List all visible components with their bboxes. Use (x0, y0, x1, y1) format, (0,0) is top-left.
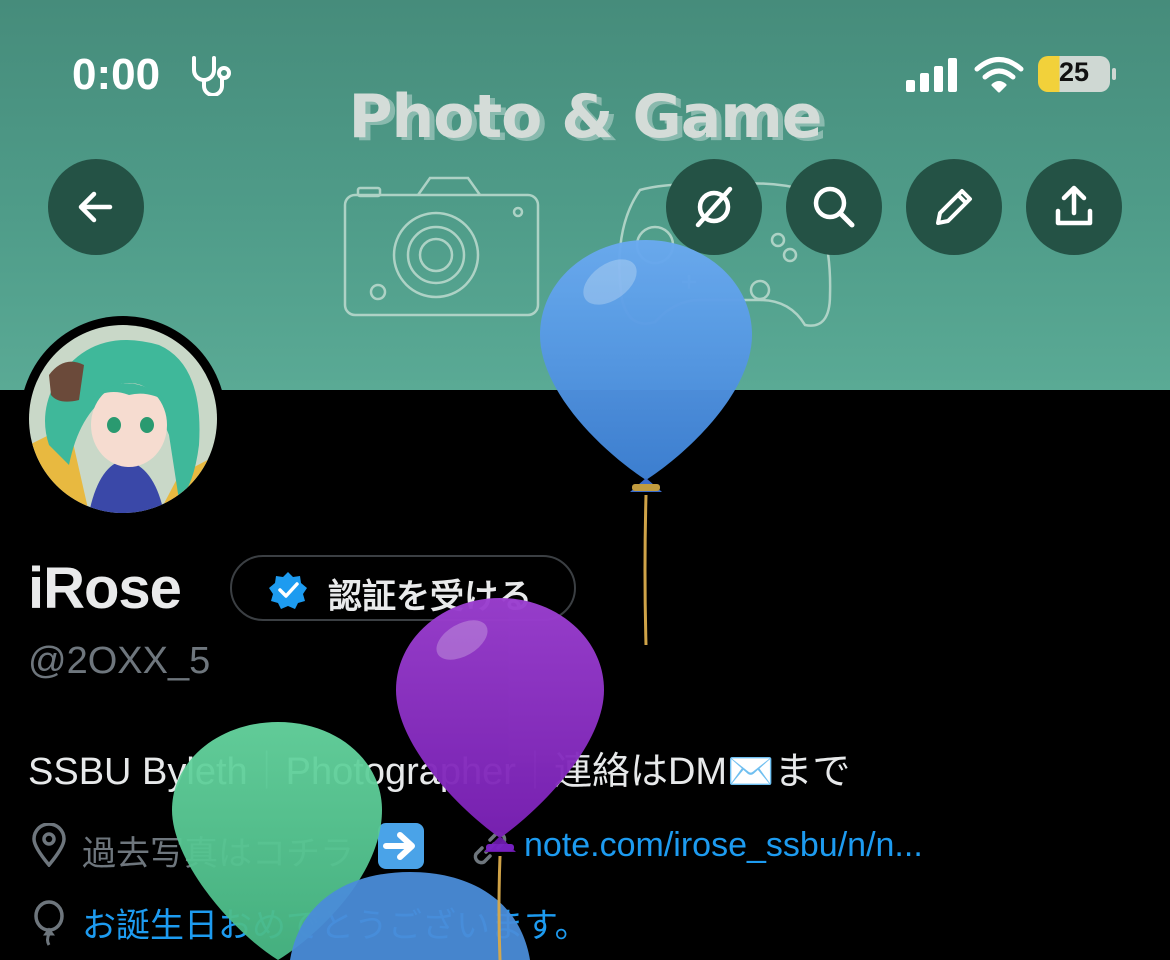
edit-button[interactable] (906, 159, 1002, 255)
bio-separator-1: ｜ (247, 751, 286, 793)
envelope-emoji: ✉️ (727, 751, 775, 793)
profile-bio: SSBU Byleth｜Photographer｜連絡はDM✉️まで (28, 740, 850, 795)
explore-button[interactable] (666, 159, 762, 255)
explore-icon (695, 186, 733, 228)
balloon-icon (34, 900, 64, 946)
search-icon (813, 186, 855, 228)
status-bar: 0:00 25 (0, 0, 1170, 140)
avatar[interactable] (29, 325, 217, 513)
pencil-icon (936, 189, 972, 225)
cellular-signal-icon (906, 58, 957, 92)
get-verified-button[interactable]: 認証を受ける (230, 555, 576, 621)
search-button[interactable] (786, 159, 882, 255)
bio-contact: 連絡はDM (553, 751, 728, 793)
get-verified-label: 認証を受ける (328, 577, 532, 617)
verified-badge-icon (269, 572, 307, 609)
share-button[interactable] (1026, 159, 1122, 255)
bio-role: Photographer (285, 751, 516, 793)
bio-contact-end: まで (774, 751, 851, 793)
location-pin-icon (32, 823, 66, 867)
location-text: 過去写真はコチラ (82, 835, 354, 873)
profile-link[interactable]: note.com/irose_ssbu/n/n... (524, 826, 923, 865)
back-arrow-icon (78, 191, 113, 223)
status-time: 0:00 (72, 50, 161, 99)
battery-icon: 25 (1038, 56, 1110, 92)
link-icon (473, 831, 507, 865)
battery-cap (1112, 68, 1116, 80)
share-icon (1055, 185, 1093, 226)
bio-separator-2: ｜ (515, 751, 554, 793)
profile-screen: Photo & Game 0:00 25 iRose 認証を受ける @2OXX_… (0, 0, 1170, 960)
right-arrow-emoji-icon (378, 823, 424, 869)
display-name: iRose (28, 556, 182, 621)
user-handle: @2OXX_5 (28, 640, 211, 682)
back-button[interactable] (48, 159, 144, 255)
battery-level: 25 (1058, 57, 1090, 87)
bio-game: SSBU Byleth (28, 751, 248, 793)
birthday-message: お誕生日おめでとうございます。 (82, 907, 589, 945)
stethoscope-icon (192, 56, 231, 96)
avatar-illustration (29, 325, 217, 513)
wifi-icon (974, 57, 1024, 93)
